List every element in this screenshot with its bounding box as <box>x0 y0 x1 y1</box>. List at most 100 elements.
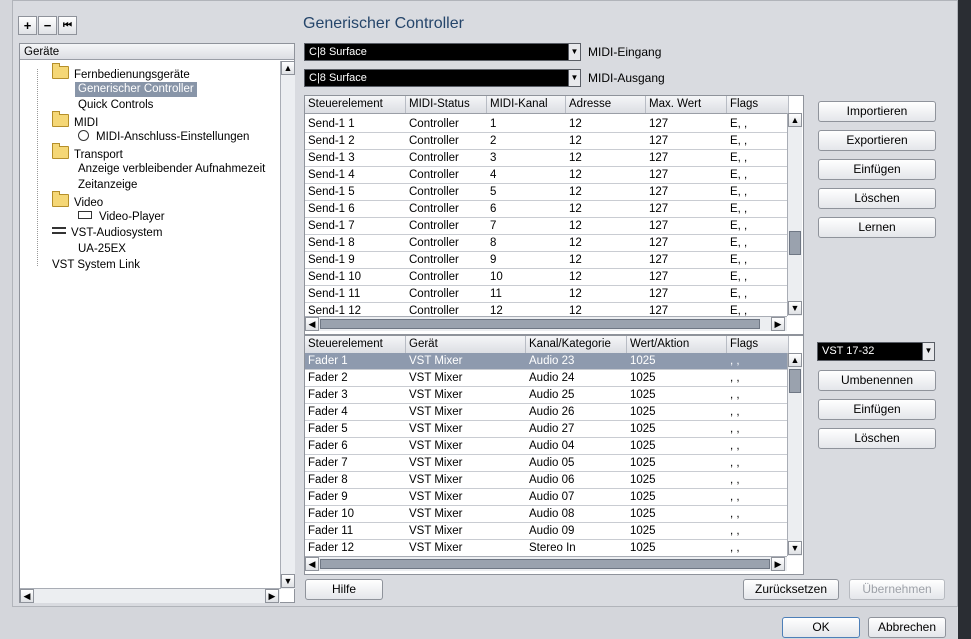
help-button[interactable]: Hilfe <box>305 579 383 600</box>
assignment-table-row[interactable]: Fader 2 VST Mixer Audio 24 1025 , , <box>305 370 789 387</box>
scroll-left-icon[interactable]: ◀ <box>305 317 319 331</box>
col-header[interactable]: Kanal/Kategorie <box>526 336 627 353</box>
tree-item-video[interactable]: Video <box>52 191 103 209</box>
controller-table-cell: Send-1 7 <box>308 220 355 232</box>
col-header[interactable]: Flags <box>727 96 789 113</box>
scroll-down-icon[interactable]: ▼ <box>281 574 295 588</box>
assignment-table-vscroll[interactable]: ▲ ▼ <box>787 353 802 556</box>
assignment-table-row[interactable]: Fader 12 VST Mixer Stereo In 1025 , , <box>305 540 789 556</box>
export-button[interactable]: Exportieren <box>818 130 936 151</box>
col-header[interactable]: Gerät <box>406 336 526 353</box>
col-header[interactable]: Steuerelement <box>305 336 406 353</box>
scroll-right-icon[interactable]: ▶ <box>265 589 279 603</box>
tree-item-remaining-record-time[interactable]: Anzeige verbleibender Aufnahmezeit <box>78 162 265 177</box>
col-header[interactable]: Flags <box>727 336 789 353</box>
assignment-table-row[interactable]: Fader 7 VST Mixer Audio 05 1025 , , <box>305 455 789 472</box>
controller-table-row[interactable]: Send-1 11 Controller 11 12 127 E, , <box>305 286 789 303</box>
assignment-table-row[interactable]: Fader 1 VST Mixer Audio 23 1025 , , <box>305 353 789 370</box>
controller-table-row[interactable]: Send-1 12 Controller 12 12 127 E, , <box>305 303 789 316</box>
controller-table-row[interactable]: Send-1 8 Controller 8 12 127 E, , <box>305 235 789 252</box>
midi-input-select[interactable]: C|8 Surface ▼ <box>304 43 581 61</box>
assignment-table-row[interactable]: Fader 4 VST Mixer Audio 26 1025 , , <box>305 404 789 421</box>
col-header[interactable]: Steuerelement <box>305 96 406 113</box>
col-header[interactable]: Wert/Aktion <box>627 336 727 353</box>
controller-table-cell: 1 <box>490 118 497 130</box>
tree-item-time-display[interactable]: Zeitanzeige <box>78 178 137 193</box>
tree-item-ua25ex[interactable]: UA-25EX <box>78 242 126 257</box>
controller-table-cell: 12 <box>569 186 582 198</box>
scroll-up-icon[interactable]: ▲ <box>788 113 802 127</box>
tree-item-midi[interactable]: MIDI <box>52 111 98 129</box>
col-header[interactable]: MIDI-Status <box>406 96 487 113</box>
tree-item-midi-port-settings[interactable]: MIDI-Anschluss-Einstellungen <box>78 130 249 145</box>
assignment-table-cell: VST Mixer <box>409 491 463 503</box>
add-device-button[interactable]: + <box>18 16 37 35</box>
insert-button[interactable]: Einfügen <box>818 159 936 180</box>
assignment-table-row[interactable]: Fader 10 VST Mixer Audio 08 1025 , , <box>305 506 789 523</box>
controller-table-cell: Send-1 10 <box>308 271 362 283</box>
col-header[interactable]: MIDI-Kanal <box>487 96 566 113</box>
scroll-thumb[interactable] <box>320 559 770 569</box>
scroll-left-icon[interactable]: ◀ <box>20 589 34 603</box>
controller-table-row[interactable]: Send-1 3 Controller 3 12 127 E, , <box>305 150 789 167</box>
scroll-thumb[interactable] <box>789 369 801 393</box>
assignment-table-row[interactable]: Fader 9 VST Mixer Audio 07 1025 , , <box>305 489 789 506</box>
scroll-right-icon[interactable]: ▶ <box>771 557 785 571</box>
controller-table-vscroll[interactable]: ▲ ▼ <box>787 113 802 316</box>
tree-item-vst-system-link[interactable]: VST System Link <box>52 258 140 273</box>
reset-button[interactable]: Zurücksetzen <box>743 579 839 600</box>
tree-item-video-player[interactable]: Video-Player <box>78 210 165 225</box>
controller-table-row[interactable]: Send-1 2 Controller 2 12 127 E, , <box>305 133 789 150</box>
assignment-table-row[interactable]: Fader 8 VST Mixer Audio 06 1025 , , <box>305 472 789 489</box>
controller-table-row[interactable]: Send-1 4 Controller 4 12 127 E, , <box>305 167 789 184</box>
assignment-table-row[interactable]: Fader 6 VST Mixer Audio 04 1025 , , <box>305 438 789 455</box>
controller-table-hscroll[interactable]: ◀ ▶ <box>305 316 787 331</box>
col-header[interactable]: Max. Wert <box>646 96 727 113</box>
scroll-up-icon[interactable]: ▲ <box>281 61 295 75</box>
assignment-table-cell: Audio 23 <box>529 355 575 367</box>
tree-item-transport[interactable]: Transport <box>52 143 123 161</box>
controller-table-cell: 8 <box>490 237 497 249</box>
controller-table-row[interactable]: Send-1 7 Controller 7 12 127 E, , <box>305 218 789 235</box>
assignment-table-row[interactable]: Fader 3 VST Mixer Audio 25 1025 , , <box>305 387 789 404</box>
controller-table-cell: Controller <box>409 305 459 316</box>
tree-vertical-scrollbar[interactable]: ▲ ▼ <box>280 61 295 589</box>
scroll-down-icon[interactable]: ▼ <box>788 301 802 315</box>
cancel-button[interactable]: Abbrechen <box>868 617 946 638</box>
col-header[interactable]: Adresse <box>566 96 646 113</box>
bank-insert-button[interactable]: Einfügen <box>818 399 936 420</box>
controller-table-row[interactable]: Send-1 9 Controller 9 12 127 E, , <box>305 252 789 269</box>
scroll-up-icon[interactable]: ▲ <box>788 353 802 367</box>
ok-button[interactable]: OK <box>782 617 860 638</box>
controller-table-row[interactable]: Send-1 6 Controller 6 12 127 E, , <box>305 201 789 218</box>
scroll-right-icon[interactable]: ▶ <box>771 317 785 331</box>
assignment-table-hscroll[interactable]: ◀ ▶ <box>305 556 787 571</box>
tree-item-generic-controller[interactable]: Generischer Controller <box>75 82 197 97</box>
assignment-table-row[interactable]: Fader 5 VST Mixer Audio 27 1025 , , <box>305 421 789 438</box>
scroll-thumb[interactable] <box>789 231 801 255</box>
assignment-table-cell: , , <box>730 355 740 367</box>
controller-table-cell: Controller <box>409 169 459 181</box>
tree-item-vst-audio-system[interactable]: VST-Audiosystem <box>52 226 162 241</box>
import-button[interactable]: Importieren <box>818 101 936 122</box>
delete-button[interactable]: Löschen <box>818 188 936 209</box>
reset-device-button[interactable]: ⏮ <box>58 16 77 35</box>
scroll-down-icon[interactable]: ▼ <box>788 541 802 555</box>
tree-horizontal-scrollbar[interactable]: ◀ ▶ <box>20 588 280 603</box>
bank-delete-button[interactable]: Löschen <box>818 428 936 449</box>
rename-button[interactable]: Umbenennen <box>818 370 936 391</box>
scroll-left-icon[interactable]: ◀ <box>305 557 319 571</box>
controller-table-row[interactable]: Send-1 10 Controller 10 12 127 E, , <box>305 269 789 286</box>
controller-table-cell: Send-1 1 <box>308 118 355 130</box>
controller-table-row[interactable]: Send-1 1 Controller 1 12 127 E, , <box>305 116 789 133</box>
controller-table-row[interactable]: Send-1 5 Controller 5 12 127 E, , <box>305 184 789 201</box>
remove-device-button[interactable]: − <box>38 16 57 35</box>
scroll-thumb[interactable] <box>320 319 760 329</box>
tree-item-remote-devices[interactable]: Fernbedienungsgeräte <box>52 63 190 81</box>
apply-button[interactable]: Übernehmen <box>849 579 945 600</box>
assignment-table-row[interactable]: Fader 11 VST Mixer Audio 09 1025 , , <box>305 523 789 540</box>
tree-item-quick-controls[interactable]: Quick Controls <box>78 98 153 113</box>
learn-button[interactable]: Lernen <box>818 217 936 238</box>
bank-select[interactable]: VST 17-32 ▼ <box>817 342 935 361</box>
midi-output-select[interactable]: C|8 Surface ▼ <box>304 69 581 87</box>
